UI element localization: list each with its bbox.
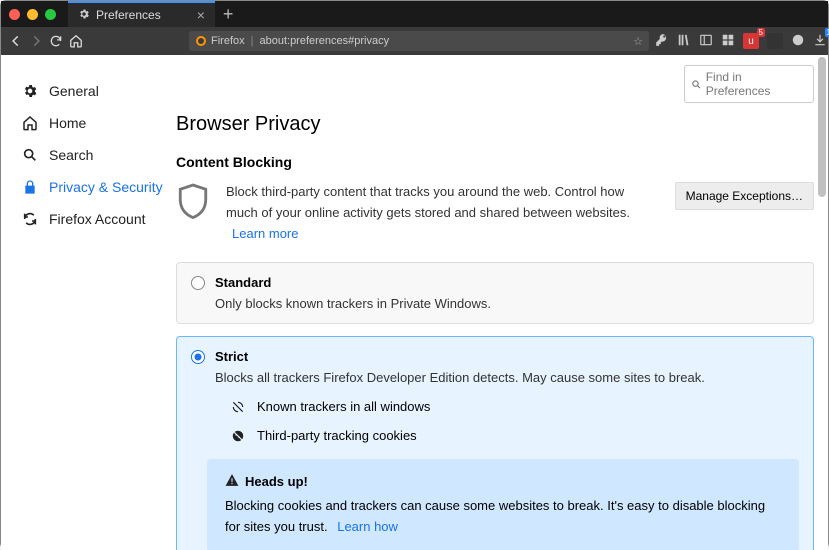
extension-icon-red[interactable]: u 5 [743, 33, 759, 49]
option-card-standard: Standard Only blocks known trackers in P… [176, 262, 814, 324]
key-icon[interactable] [655, 33, 669, 50]
headsup-body-text: Blocking cookies and trackers can cause … [225, 498, 765, 534]
navbar: Firefox | about:preferences#privacy ☆ u … [1, 27, 828, 55]
main-panel: Find in Preferences Browser Privacy Cont… [166, 55, 828, 550]
scrollbar[interactable] [818, 55, 826, 550]
headsup-notice: Heads up! Blocking cookies and trackers … [207, 459, 799, 550]
option-name: Standard [215, 275, 271, 290]
tabstrip: Preferences × + [68, 1, 241, 27]
sidebar-toggle-icon[interactable] [699, 33, 713, 50]
url-text: about:preferences#privacy [259, 35, 389, 47]
forward-button[interactable] [29, 34, 43, 48]
cookie-icon [231, 429, 247, 443]
minimize-window-button[interactable] [27, 9, 38, 20]
warning-icon [225, 473, 239, 490]
learn-how-link[interactable]: Learn how [337, 519, 398, 534]
extension-icon-2[interactable] [791, 33, 805, 50]
option-card-strict: Strict Blocks all trackers Firefox Devel… [176, 336, 814, 550]
notification-badge: 5 [757, 28, 765, 37]
tab-preferences[interactable]: Preferences × [68, 1, 215, 27]
content-blocking-intro-text: Block third-party content that tracks yo… [226, 184, 630, 220]
headsup-title-text: Heads up! [245, 474, 308, 489]
shield-icon [176, 182, 210, 225]
option-desc: Blocks all trackers Firefox Developer Ed… [215, 370, 799, 385]
preferences-sidebar: General Home Search Privacy & Security F [1, 55, 166, 550]
sidebar-item-label: Home [49, 115, 86, 131]
sidebar-item-general[interactable]: General [21, 75, 166, 107]
reload-button[interactable] [49, 34, 63, 48]
sidebar-item-account[interactable]: Firefox Account [21, 203, 166, 235]
search-icon [691, 79, 702, 90]
strict-bullets: Known trackers in all windows Third-part… [231, 399, 799, 443]
lock-icon [21, 179, 39, 195]
downloads-icon[interactable]: 1 [813, 33, 827, 50]
bullet-cookies: Third-party tracking cookies [231, 428, 799, 443]
house-icon [21, 115, 39, 131]
bookmark-star-icon[interactable]: ☆ [633, 35, 643, 48]
maximize-window-button[interactable] [45, 9, 56, 20]
bullet-trackers: Known trackers in all windows [231, 399, 799, 414]
tab-title: Preferences [96, 8, 161, 22]
new-tab-button[interactable]: + [215, 4, 242, 25]
url-identity: Firefox [211, 35, 245, 47]
sync-icon [21, 211, 39, 227]
search-placeholder: Find in Preferences [706, 70, 807, 98]
sidebar-item-search[interactable]: Search [21, 139, 166, 171]
toolbar-right: u 5 1 [655, 33, 829, 50]
search-icon [21, 147, 39, 163]
page-title: Browser Privacy [176, 113, 814, 136]
extension-icon-dark[interactable] [767, 33, 783, 49]
scrollbar-thumb[interactable] [818, 57, 826, 197]
content-blocking-intro: Block third-party content that tracks yo… [176, 182, 814, 244]
page-content: General Home Search Privacy & Security F [1, 55, 828, 550]
home-button[interactable] [69, 34, 83, 48]
section-content-blocking-header: Content Blocking [176, 154, 814, 170]
url-bar[interactable]: Firefox | about:preferences#privacy ☆ [189, 31, 649, 51]
manage-exceptions-button[interactable]: Manage Exceptions… [675, 182, 814, 210]
sidebar-item-label: Privacy & Security [49, 179, 163, 195]
radio-standard[interactable] [191, 276, 205, 290]
find-in-preferences-input[interactable]: Find in Preferences [684, 65, 814, 103]
traffic-lights [9, 9, 56, 20]
addons-icon[interactable] [721, 33, 735, 50]
close-window-button[interactable] [9, 9, 20, 20]
firefox-icon [195, 35, 207, 47]
downloads-badge: 1 [825, 28, 829, 37]
gear-icon [21, 83, 39, 99]
tracker-icon [231, 400, 247, 414]
learn-more-link[interactable]: Learn more [232, 226, 298, 241]
sidebar-item-label: General [49, 83, 99, 99]
sidebar-item-home[interactable]: Home [21, 107, 166, 139]
titlebar: Preferences × + [1, 1, 828, 27]
sidebar-item-label: Search [49, 147, 93, 163]
sidebar-item-label: Firefox Account [49, 211, 146, 227]
library-icon[interactable] [677, 33, 691, 50]
close-tab-button[interactable]: × [197, 7, 205, 23]
sidebar-item-privacy[interactable]: Privacy & Security [21, 171, 166, 203]
radio-strict[interactable] [191, 350, 205, 364]
back-button[interactable] [9, 34, 23, 48]
option-desc: Only blocks known trackers in Private Wi… [215, 296, 799, 311]
option-name: Strict [215, 349, 248, 364]
tab-icon [78, 8, 96, 23]
